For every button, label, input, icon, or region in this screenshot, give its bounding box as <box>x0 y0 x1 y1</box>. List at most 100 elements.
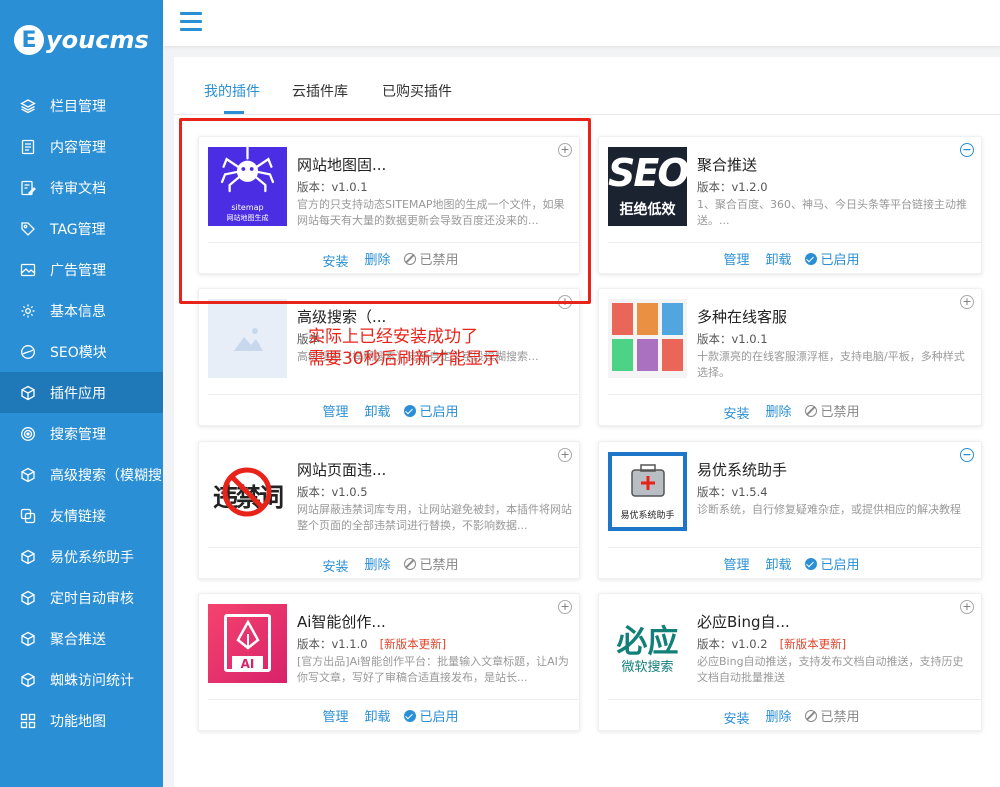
sidebar-item-4[interactable]: 广告管理 <box>0 249 163 290</box>
sidebar-item-label: 广告管理 <box>50 262 106 279</box>
sidebar-item-3[interactable]: TAG管理 <box>0 208 163 249</box>
plugin-description: [官方出品]Ai智能创作平台：批量输入文章标题，让AI为你写文章，写好了审稿合适… <box>297 655 569 684</box>
update-badge[interactable]: [新版本更新] <box>780 637 846 651</box>
annotation-highlight-box <box>179 118 591 304</box>
tab-purchased-plugins[interactable]: 已购买插件 <box>382 81 452 101</box>
plugin-version: 版本：v1.5.4 <box>697 485 768 499</box>
sidebar: E youcms 栏目管理内容管理待审文档 TAG管理广告管理基本信息 SEO模块插… <box>0 0 163 787</box>
enabled-status[interactable]: 已启用 <box>403 710 459 725</box>
plugin-card: 必应 微软搜索 必应Bing自... 版本：v1.0.2 [新版本更新] 必应Bing自动… <box>598 593 982 731</box>
sidebar-item-13[interactable]: 聚合推送 <box>0 618 163 659</box>
plugin-description: 必应Bing自动推送，支持发布文档自动推送，支持历史文档自动批量推送 <box>697 655 964 684</box>
layers-icon <box>20 98 36 114</box>
manage-button[interactable]: 管理 <box>723 253 749 268</box>
plugin-name[interactable]: 高级搜索（... <box>297 306 386 327</box>
sidebar-item-14[interactable]: 蜘蛛访问统计 <box>0 659 163 700</box>
toolbox-icon: 易优系统助手 <box>608 452 687 531</box>
sidebar-item-label: 搜索管理 <box>50 426 106 443</box>
sidebar-item-15[interactable]: 功能地图 <box>0 700 163 741</box>
plugin-card: AI Ai智能创作... 版本：v1.1.0 [新版本更新] [官方出品]Ai智能创作平… <box>198 593 580 731</box>
plugin-tabs: 我的插件 云插件库 已购买插件 <box>174 57 1000 115</box>
image-placeholder-icon <box>208 299 287 378</box>
expand-icon[interactable]: + <box>960 600 974 614</box>
ban-icon <box>403 558 416 570</box>
logo-mark: E <box>14 25 44 55</box>
sidebar-item-1[interactable]: 内容管理 <box>0 126 163 167</box>
plugin-name[interactable]: 网站页面违... <box>297 459 386 480</box>
sidebar-item-12[interactable]: 定时自动审核 <box>0 577 163 618</box>
sidebar-item-5[interactable]: 基本信息 <box>0 290 163 331</box>
plugin-name[interactable]: 多种在线客服 <box>697 306 787 327</box>
image-icon <box>20 262 36 278</box>
manage-button[interactable]: 管理 <box>322 405 348 420</box>
enabled-status[interactable]: 已启用 <box>403 405 459 420</box>
delete-button[interactable]: 删除 <box>765 405 791 420</box>
gear-icon <box>20 303 36 319</box>
plugin-name[interactable]: 聚合推送 <box>697 154 757 175</box>
logo[interactable]: E youcms <box>0 0 163 80</box>
plugin-version: 版本：v1.2.0 <box>697 180 768 194</box>
uninstall-button[interactable]: 卸载 <box>364 405 390 420</box>
enabled-status[interactable]: 已启用 <box>804 558 860 573</box>
sidebar-item-label: 栏目管理 <box>50 98 106 115</box>
sidebar-item-label: 友情链接 <box>50 508 106 525</box>
ban-icon <box>804 710 817 722</box>
install-button[interactable]: 安装 <box>723 712 749 727</box>
sidebar-item-9[interactable]: 高级搜索（模糊搜 <box>0 454 163 495</box>
cube-icon <box>20 467 36 483</box>
card-divider <box>608 242 981 243</box>
sidebar-item-label: 基本信息 <box>50 303 106 320</box>
card-divider <box>208 547 579 548</box>
ai-pen-icon: AI <box>208 604 287 683</box>
cube-icon <box>20 385 36 401</box>
cube-icon <box>20 672 36 688</box>
sidebar-item-2[interactable]: 待审文档 <box>0 167 163 208</box>
update-badge[interactable]: [新版本更新] <box>380 637 446 651</box>
tab-cloud-plugins[interactable]: 云插件库 <box>292 81 348 101</box>
sidebar-item-label: SEO模块 <box>50 344 107 361</box>
delete-button[interactable]: 删除 <box>765 710 791 725</box>
hamburger-menu-icon[interactable] <box>180 12 202 32</box>
sidebar-item-11[interactable]: 易优系统助手 <box>0 536 163 577</box>
check-circle-icon <box>403 710 416 722</box>
disabled-status[interactable]: 已禁用 <box>804 710 860 725</box>
logo-text: youcms <box>46 26 149 54</box>
top-header <box>163 0 1000 46</box>
uninstall-button[interactable]: 卸载 <box>765 558 791 573</box>
manage-button[interactable]: 管理 <box>723 558 749 573</box>
expand-icon[interactable]: + <box>558 448 572 462</box>
plugin-name[interactable]: 易优系统助手 <box>697 459 787 480</box>
sidebar-item-6[interactable]: SEO模块 <box>0 331 163 372</box>
plugin-version: 版本：v1.0.5 <box>297 485 368 499</box>
banned-words-icon: 违禁词 <box>208 452 287 531</box>
plugin-description: 十款漂亮的在线客服漂浮框，支持电脑/平板，多种样式选择。 <box>697 350 965 379</box>
disabled-status[interactable]: 已禁用 <box>403 558 459 573</box>
sidebar-item-10[interactable]: 友情链接 <box>0 495 163 536</box>
plugin-name[interactable]: Ai智能创作... <box>297 611 386 632</box>
expand-icon[interactable]: + <box>558 600 572 614</box>
uninstall-button[interactable]: 卸载 <box>364 710 390 725</box>
manage-button[interactable]: 管理 <box>322 710 348 725</box>
sidebar-item-label: 插件应用 <box>50 385 106 402</box>
install-button[interactable]: 安装 <box>723 407 749 422</box>
enabled-status[interactable]: 已启用 <box>804 253 860 268</box>
tab-my-plugins[interactable]: 我的插件 <box>204 81 260 101</box>
sidebar-item-0[interactable]: 栏目管理 <box>0 85 163 126</box>
card-divider <box>608 394 981 395</box>
plugin-icon: 易优系统助手 <box>608 452 687 531</box>
uninstall-button[interactable]: 卸载 <box>765 253 791 268</box>
sidebar-item-label: 待审文档 <box>50 180 106 197</box>
card-actions: 管理 卸载 已启用 <box>199 706 579 725</box>
install-button[interactable]: 安装 <box>322 560 348 575</box>
sidebar-item-8[interactable]: 搜索管理 <box>0 413 163 454</box>
grid-icon <box>20 713 36 729</box>
document-icon <box>20 139 36 155</box>
card-divider <box>208 394 579 395</box>
collapse-icon[interactable]: − <box>960 448 974 462</box>
collapse-icon[interactable]: − <box>960 143 974 157</box>
expand-icon[interactable]: + <box>960 295 974 309</box>
delete-button[interactable]: 删除 <box>364 558 390 573</box>
sidebar-item-7[interactable]: 插件应用 <box>0 372 163 413</box>
disabled-status[interactable]: 已禁用 <box>804 405 860 420</box>
plugin-name[interactable]: 必应Bing自... <box>697 611 790 632</box>
